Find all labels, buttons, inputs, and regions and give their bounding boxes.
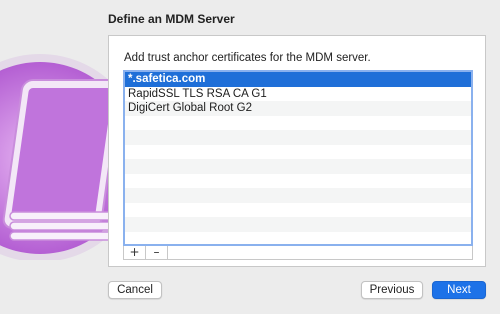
add-certificate-button[interactable]: +	[124, 246, 146, 259]
previous-button[interactable]: Previous	[361, 281, 423, 299]
empty-row	[125, 232, 471, 245]
empty-row	[125, 174, 471, 189]
empty-row	[125, 116, 471, 131]
cancel-button[interactable]: Cancel	[108, 281, 162, 299]
empty-row	[125, 145, 471, 160]
list-item[interactable]: *.safetica.com	[125, 72, 471, 87]
certificate-list[interactable]: *.safetica.com RapidSSL TLS RSA CA G1 Di…	[123, 70, 473, 246]
certificate-label: RapidSSL TLS RSA CA G1	[128, 87, 267, 100]
add-remove-control: + –	[123, 246, 473, 260]
certificate-label: DigiCert Global Root G2	[128, 102, 252, 114]
remove-certificate-button[interactable]: –	[146, 246, 168, 259]
empty-row	[125, 188, 471, 203]
content-panel: Add trust anchor certificates for the MD…	[108, 35, 486, 267]
instruction-text: Add trust anchor certificates for the MD…	[124, 52, 371, 64]
empty-row	[125, 217, 471, 232]
certificate-label: *.safetica.com	[128, 73, 206, 85]
next-button[interactable]: Next	[432, 281, 486, 299]
empty-row	[125, 159, 471, 174]
list-item[interactable]: RapidSSL TLS RSA CA G1	[125, 87, 471, 102]
list-item[interactable]: DigiCert Global Root G2	[125, 101, 471, 116]
empty-row	[125, 130, 471, 145]
empty-row	[125, 203, 471, 218]
sheet-title: Define an MDM Server	[108, 12, 235, 26]
